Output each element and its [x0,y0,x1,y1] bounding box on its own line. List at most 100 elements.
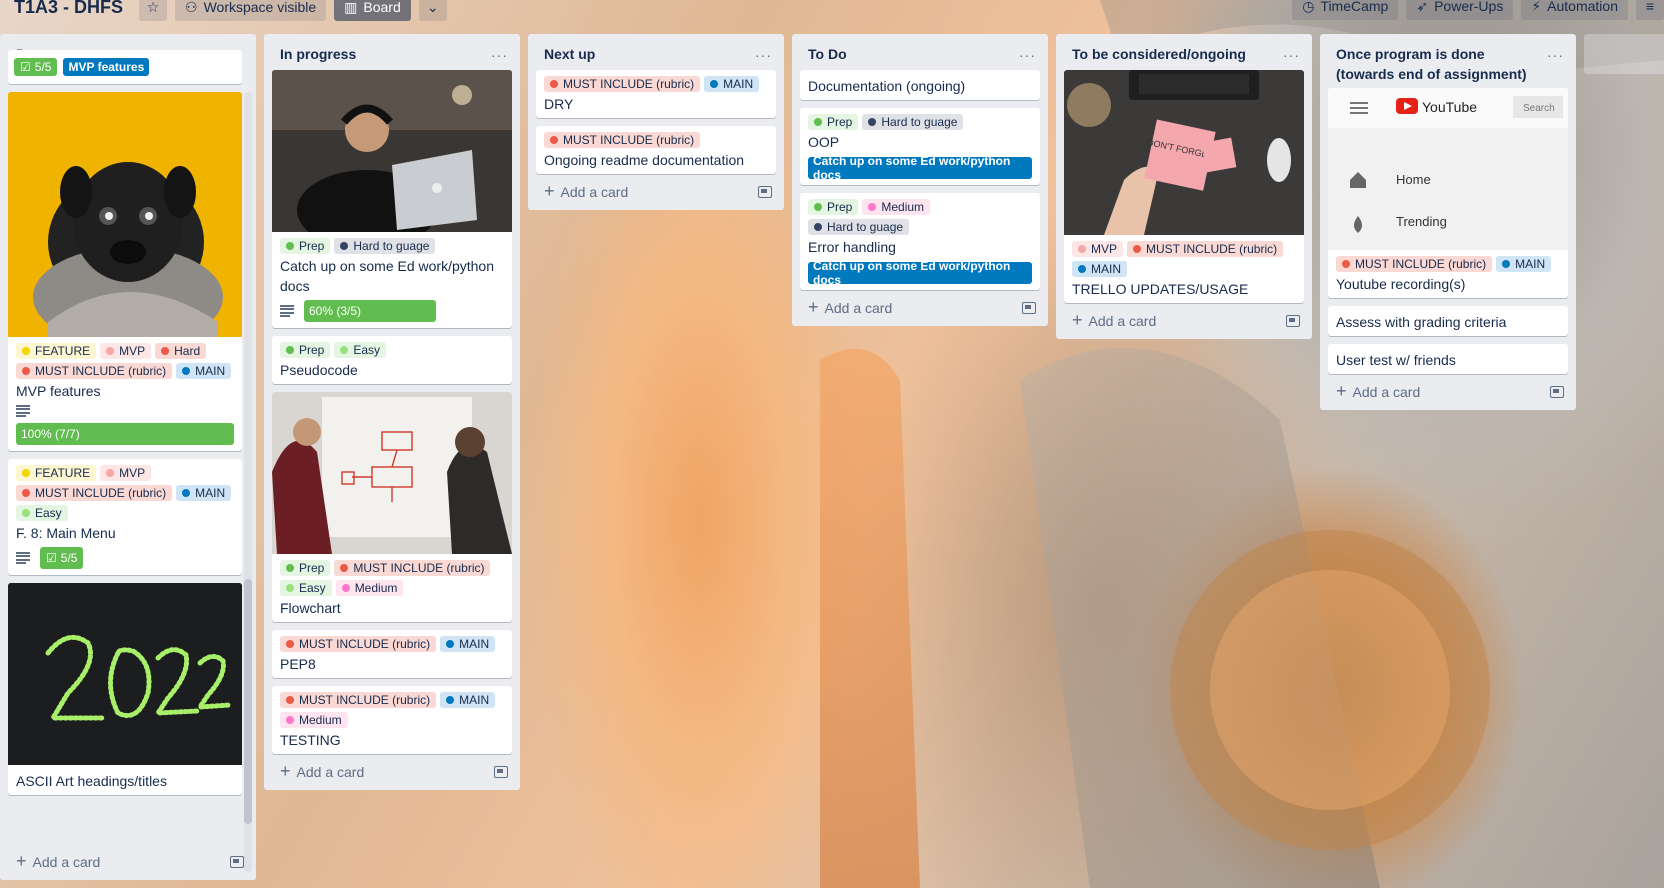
card-assess-grading[interactable]: Assess with grading criteria [1328,306,1568,336]
card-template-icon[interactable] [230,856,244,868]
list-to-be-considered: To be considered/ongoing ··· DON'T FORGE… [1056,34,1312,339]
checkbox-icon: ☑ [20,60,31,74]
add-card-label: Add a card [1352,384,1421,400]
card-catch-up[interactable]: Prep Hard to guage Catch up on some Ed w… [272,70,512,328]
label-feature: FEATURE [16,465,97,481]
add-card-button[interactable]: + Add a card [264,754,520,790]
visibility-button[interactable]: ⚇ Workspace visible [175,0,327,21]
board-title[interactable]: T1A3 - DHFS [14,0,123,18]
card-title: OOP [808,134,840,150]
list-title[interactable]: To Do [808,44,847,64]
label-must-include: MUST INCLUDE (rubric) [1127,241,1284,257]
cards-container: YouTube Search Home Trending MUST INCLUD… [1320,88,1576,374]
card-labels: MUST INCLUDE (rubric) MAIN Medium [280,692,504,728]
card-readme[interactable]: MUST INCLUDE (rubric) Ongoing readme doc… [536,126,776,174]
card-user-test[interactable]: User test w/ friends [1328,344,1568,374]
label-prep: Prep [280,560,331,576]
card-labels: Prep Easy [280,342,504,358]
label-medium: Medium [280,712,348,728]
card-dry[interactable]: MUST INCLUDE (rubric) MAIN DRY [536,70,776,118]
card-cover-image [8,583,242,765]
card-cover-image [272,392,512,554]
view-switcher-button[interactable]: ⌄ [418,0,447,21]
list-title[interactable]: Once program is done (towards end of ass… [1336,44,1543,84]
list-title[interactable]: To be considered/ongoing [1072,44,1246,64]
card-documentation[interactable]: Documentation (ongoing) [800,70,1040,100]
card-ascii-art[interactable]: ASCII Art headings/titles [8,583,242,795]
star-button[interactable]: ☆ [139,0,168,21]
card-mvp-features[interactable]: FEATURE MVP Hard MUST INCLUDE (rubric) M… [8,92,242,451]
menu-button[interactable]: ≡ [1636,0,1664,20]
card-trello-updates[interactable]: DON'T FORGET! MVP MUST INCLUDE (rubric) … [1064,70,1304,303]
board-header: T1A3 - DHFS ☆ ⚇ Workspace visible ▥ Boar… [0,0,1664,22]
card-youtube-recording[interactable]: YouTube Search Home Trending MUST INCLUD… [1328,88,1568,298]
view-board-button[interactable]: ▥ Board [334,0,411,21]
plus-icon: + [16,851,27,871]
card-error-handling[interactable]: Prep Medium Hard to guage Error handling… [800,193,1040,290]
linked-card-button[interactable]: Catch up on some Ed work/python docs [808,154,1032,182]
list-scrollbar-thumb[interactable] [244,579,252,824]
add-card-button[interactable]: + Add a card [528,174,784,210]
card-oop[interactable]: Prep Hard to guage OOP Catch up on some … [800,108,1040,185]
list-header: In progress ··· [264,34,520,70]
card-flowchart[interactable]: Prep MUST INCLUDE (rubric) Easy Medium F… [272,392,512,622]
cards-container: Prep Hard to guage Catch up on some Ed w… [264,70,520,754]
power-ups-button[interactable]: ➶ Power-Ups [1406,0,1514,20]
add-list-area[interactable] [1584,34,1664,74]
card-template-icon[interactable] [1286,315,1300,327]
description-icon [16,552,30,564]
board-view-icon: ▥ [344,0,358,15]
lightning-icon: ⚡ [1531,0,1542,14]
label-hard-to-guage: Hard to guage [808,219,910,235]
add-card-label: Add a card [32,854,101,870]
more-icon[interactable]: ··· [1543,44,1568,66]
card-template-icon[interactable] [1022,302,1036,314]
add-card-button[interactable]: + Add a card [0,844,256,880]
add-card-label: Add a card [560,184,629,200]
card-template-icon[interactable] [1550,386,1564,398]
card-pep8[interactable]: MUST INCLUDE (rubric) MAIN PEP8 [272,630,512,678]
add-card-button[interactable]: + Add a card [1056,303,1312,339]
rocket-icon: ➶ [1416,0,1429,14]
linked-card-button[interactable]: Catch up on some Ed work/python docs [808,259,1032,287]
label-hard: Hard [155,343,207,359]
plus-icon: + [544,181,555,201]
card-labels: Prep MUST INCLUDE (rubric) Easy Medium [280,560,504,596]
list-title[interactable]: In progress [280,44,356,64]
power-ups-label: Power-Ups [1434,0,1504,14]
more-icon[interactable]: ··· [1015,44,1040,66]
card-title: Youtube recording(s) [1336,276,1466,292]
list-header: To be considered/ongoing ··· [1056,34,1312,70]
list-title[interactable]: Next up [544,44,595,64]
card-testing[interactable]: MUST INCLUDE (rubric) MAIN Medium TESTIN… [272,686,512,754]
add-card-label: Add a card [296,764,365,780]
add-card-button[interactable]: + Add a card [792,290,1048,326]
label-must-include: MUST INCLUDE (rubric) [544,132,701,148]
checklist-count: 5/5 [34,60,52,74]
cards-container: Documentation (ongoing) Prep Hard to gua… [792,70,1048,290]
label-must-include: MUST INCLUDE (rubric) [280,636,437,652]
plus-icon: + [280,761,291,781]
label-main: MAIN [176,363,232,379]
more-icon[interactable]: ··· [751,44,776,66]
list-done: Done ··· ☑ 5/5 MVP features [0,34,256,880]
list-header: To Do ··· [792,34,1048,70]
pug-image [8,92,242,337]
label-main: MAIN [704,76,760,92]
card[interactable]: ☑ 5/5 MVP features [8,50,242,84]
card-main-menu[interactable]: FEATURE MVP MUST INCLUDE (rubric) MAIN E… [8,459,242,575]
led-2022-image [8,583,242,765]
more-icon[interactable]: ··· [1279,44,1304,66]
list-once-done: Once program is done (towards end of ass… [1320,34,1576,410]
automation-button[interactable]: ⚡ Automation [1521,0,1628,20]
add-card-label: Add a card [824,300,893,316]
card-template-icon[interactable] [494,766,508,778]
timecamp-button[interactable]: ◷ TimeCamp [1292,0,1399,20]
more-icon[interactable]: ··· [487,44,512,66]
card-title: MVP features [16,383,101,399]
card-cover-image [272,70,512,232]
add-card-button[interactable]: + Add a card [1320,374,1576,410]
card-pseudocode[interactable]: Prep Easy Pseudocode [272,336,512,384]
card-template-icon[interactable] [758,186,772,198]
clock-icon: ◷ [1302,0,1315,14]
